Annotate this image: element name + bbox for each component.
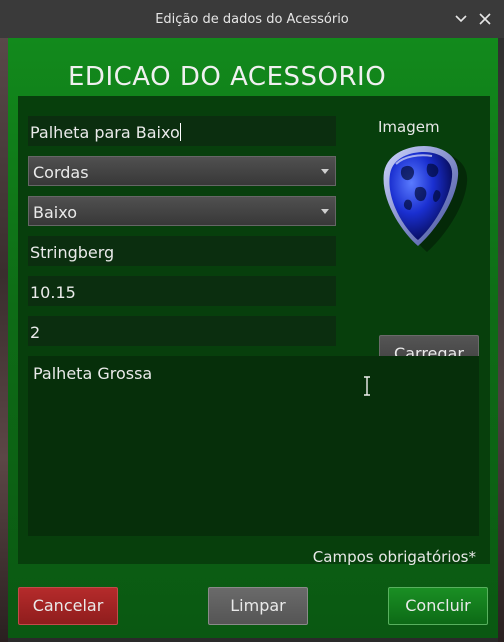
price-field-value: 10.15 bbox=[30, 283, 76, 302]
clear-button[interactable]: Limpar bbox=[208, 587, 308, 625]
desktop-right-edge bbox=[498, 30, 504, 642]
price-field[interactable]: 10.15 bbox=[28, 276, 336, 306]
close-icon[interactable] bbox=[476, 10, 494, 28]
text-cursor-icon bbox=[362, 376, 372, 396]
page-title: EDICAO DO ACESSORIO bbox=[68, 62, 387, 92]
brand-field-value: Stringberg bbox=[30, 243, 115, 262]
titlebar: Edição de dados do Acessório bbox=[0, 0, 504, 38]
type-select[interactable]: Baixo bbox=[28, 196, 336, 226]
description-value: Palheta Grossa bbox=[33, 364, 153, 383]
description-textarea[interactable]: Palheta Grossa bbox=[28, 356, 479, 536]
required-fields-note: Campos obrigatórios* bbox=[312, 548, 476, 566]
quantity-field[interactable]: 2 bbox=[28, 316, 336, 346]
brand-field[interactable]: Stringberg bbox=[28, 236, 336, 266]
cancel-button[interactable]: Cancelar bbox=[18, 587, 118, 625]
category-select-value: Cordas bbox=[33, 163, 89, 182]
image-label: Imagem bbox=[378, 118, 440, 136]
chevron-down-icon[interactable] bbox=[452, 10, 470, 28]
finish-button[interactable]: Concluir bbox=[388, 587, 488, 625]
category-select[interactable]: Cordas bbox=[28, 156, 336, 186]
form-panel: Palheta para Baixo Cordas Baixo Stringbe… bbox=[18, 96, 490, 564]
name-field-value: Palheta para Baixo bbox=[30, 123, 180, 142]
name-field[interactable]: Palheta para Baixo bbox=[28, 116, 336, 146]
dialog-window: EDICAO DO ACESSORIO Palheta para Baixo C… bbox=[8, 38, 498, 638]
dropdown-arrow-icon bbox=[321, 209, 329, 214]
desktop-left-edge bbox=[0, 30, 8, 642]
quantity-field-value: 2 bbox=[30, 323, 41, 342]
type-select-value: Baixo bbox=[33, 203, 77, 222]
guitar-pick-icon bbox=[376, 144, 468, 258]
dropdown-arrow-icon bbox=[321, 169, 329, 174]
window-title: Edição de dados do Acessório bbox=[155, 12, 349, 27]
text-caret bbox=[179, 123, 181, 141]
